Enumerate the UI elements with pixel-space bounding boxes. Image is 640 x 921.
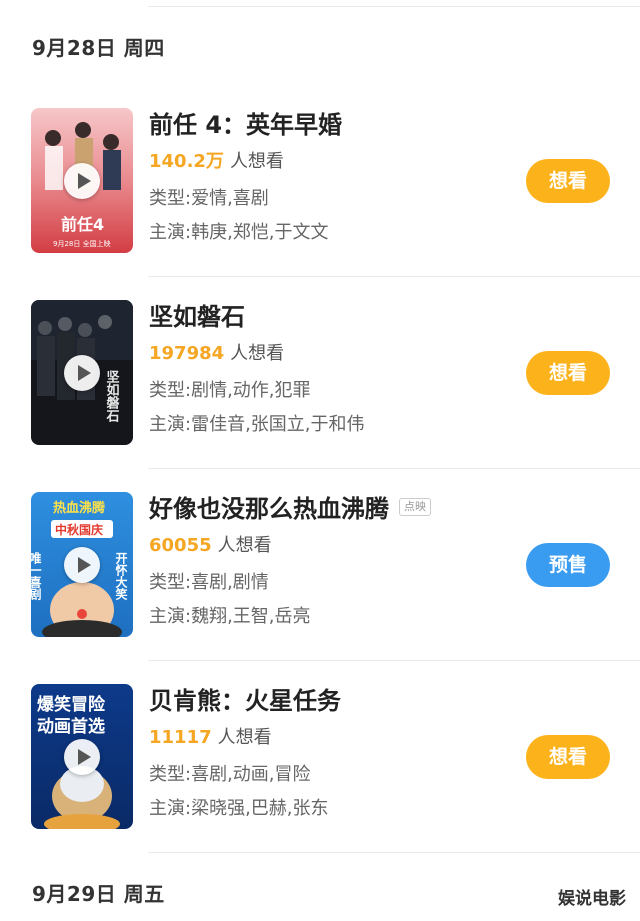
want-suffix: 人想看 [229,151,284,172]
poster-banner-text: 中秋国庆 [55,522,103,537]
poster-title-text: 坚如磐石 [104,370,121,423]
want-count: 140.2万 [149,151,224,172]
divider [148,276,640,277]
want-count-row: 197984 人想看 [149,340,509,368]
movie-info: 前任 4：英年早婚 140.2万 人想看 类型:爱情,喜剧 主演:韩庚,郑恺,于文… [149,108,509,250]
want-count-row: 11117 人想看 [149,724,509,752]
watermark: 娱说电影 [558,889,626,909]
divider [148,852,640,853]
movie-title: 前任 4：英年早婚 [149,111,343,139]
date-header-sep28: 9月28日 周四 [32,36,165,60]
movie-title: 好像也没那么热血沸腾 点映 [149,492,509,526]
divider [148,660,640,661]
movie-title-text: 好像也没那么热血沸腾 [149,495,389,523]
poster-release-text: 9月28日 全国上映 [53,239,111,248]
movie-cast: 主演:韩庚,郑恺,于文文 [149,222,329,243]
want-count-row: 140.2万 人想看 [149,148,509,176]
poster-line2-text: 动画首选 [37,716,105,737]
poster-title-text: 前任4 [61,215,104,234]
want-count-row: 60055 人想看 [149,532,509,560]
play-icon[interactable] [64,738,100,775]
movie-cast: 主演:雷佳音,张国立,于和伟 [149,414,365,435]
play-icon[interactable] [64,354,100,391]
want-suffix: 人想看 [217,535,272,556]
movie-cast: 主演:梁晓强,巴赫,张东 [149,798,329,819]
want-button[interactable]: 想看 [526,735,610,779]
want-button[interactable]: 想看 [526,159,610,203]
poster-top-text: 热血沸腾 [53,500,106,516]
movie-item[interactable]: 热血沸腾 中秋国庆 唯一喜剧 开怀大笑 好像也没那么热血沸腾 点映 60055 人想… [0,492,640,682]
date-header-sep29: 9月29日 周五 [32,882,165,906]
poster-right-text: 开怀大笑 [114,552,128,601]
movie-poster[interactable]: 前任4 9月28日 全国上映 [31,108,133,253]
top-divider [148,6,640,7]
movie-poster[interactable]: 坚如磐石 [31,300,133,445]
play-icon[interactable] [64,162,100,199]
want-button[interactable]: 想看 [526,351,610,395]
presale-button[interactable]: 预售 [526,543,610,587]
movie-title: 坚如磐石 [149,303,245,331]
divider [148,468,640,469]
movie-genre: 类型:爱情,喜剧 [149,188,269,209]
movie-info: 坚如磐石 197984 人想看 类型:剧情,动作,犯罪 主演:雷佳音,张国立,于和… [149,300,509,442]
movie-info: 好像也没那么热血沸腾 点映 60055 人想看 类型:喜剧,剧情 主演:魏翔,王智,… [149,492,509,634]
want-count: 11117 [149,727,212,748]
want-count: 197984 [149,343,225,364]
movie-title: 贝肯熊：火星任务 [149,687,341,715]
want-count: 60055 [149,535,212,556]
movie-poster[interactable]: 热血沸腾 中秋国庆 唯一喜剧 开怀大笑 [31,492,133,637]
screening-tag: 点映 [399,498,431,516]
want-suffix: 人想看 [217,727,272,748]
play-icon[interactable] [64,546,100,583]
movie-cast: 主演:魏翔,王智,岳亮 [149,606,311,627]
movie-info: 贝肯熊：火星任务 11117 人想看 类型:喜剧,动画,冒险 主演:梁晓强,巴赫,… [149,684,509,826]
movie-item[interactable]: 前任4 9月28日 全国上映 前任 4：英年早婚 140.2万 人想看 类型:爱情… [0,108,640,298]
movie-genre: 类型:喜剧,剧情 [149,572,269,593]
movie-genre: 类型:喜剧,动画,冒险 [149,764,311,785]
want-suffix: 人想看 [230,343,285,364]
movie-genre: 类型:剧情,动作,犯罪 [149,380,311,401]
movie-item[interactable]: 坚如磐石 坚如磐石 197984 人想看 类型:剧情,动作,犯罪 主演:雷佳音,张… [0,300,640,490]
poster-line1-text: 爆笑冒险 [37,694,106,715]
movie-item[interactable]: 爆笑冒险 动画首选 贝肯熊：火星任务 11117 人想看 类型:喜剧,动画,冒险 … [0,684,640,874]
poster-left-text: 唯一喜剧 [31,551,42,601]
movie-poster[interactable]: 爆笑冒险 动画首选 [31,684,133,829]
